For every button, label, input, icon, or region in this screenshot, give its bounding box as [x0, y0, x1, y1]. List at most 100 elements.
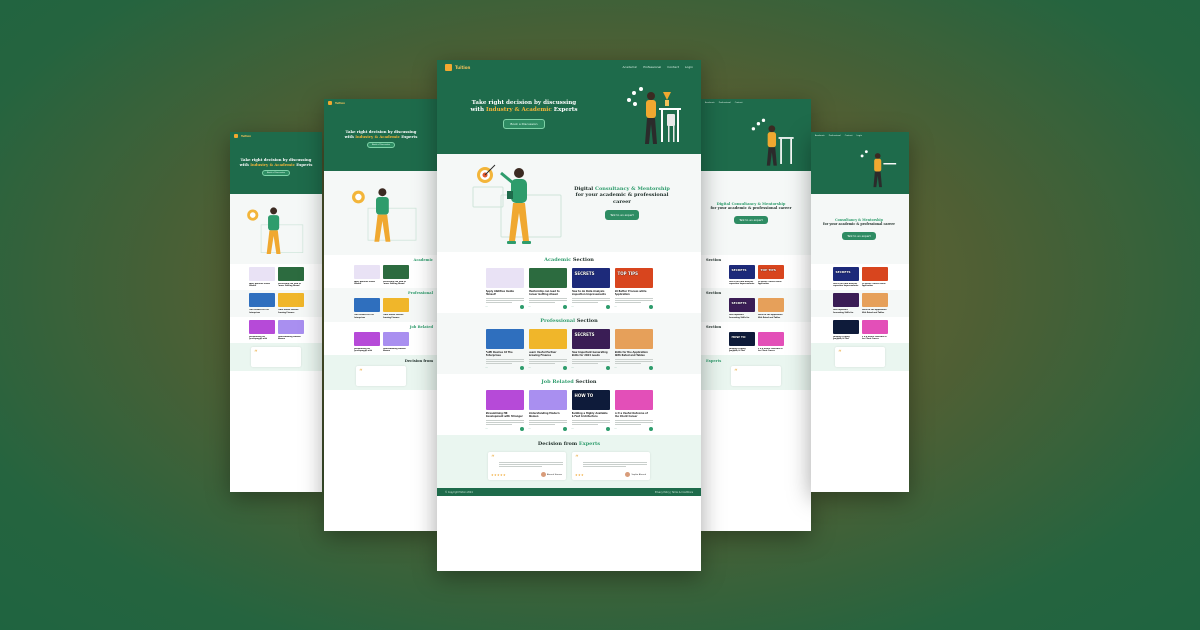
course-card[interactable]: Skills for the Application With Rated an… [861, 293, 888, 314]
course-card[interactable]: HOW TO Building a Highly Available & Fas… [571, 390, 610, 431]
decision-section: Experts “ [701, 355, 811, 391]
testimonial-author: Ahmed Hassan [546, 474, 562, 476]
footer-links[interactable]: Privacy Policy | Terms & Conditions [655, 491, 693, 494]
hero-cta-button[interactable]: Book a Discussion [366, 142, 396, 149]
course-card[interactable]: SECRETS How to do Data Analysis Inspectio… [728, 265, 755, 285]
brand-name: Tuition [335, 101, 345, 105]
intro-cta-button[interactable]: Talk to an expert [842, 231, 876, 240]
course-card[interactable]: Mentorship can lead to Career Getting Ah… [528, 268, 567, 309]
section-professional: Section SECRETS How Important Generating … [701, 288, 811, 322]
course-card[interactable]: Mentorship can lead to Career Getting Ah… [382, 265, 409, 285]
nav-link[interactable]: Contact [845, 135, 853, 137]
course-card[interactable]: SECRETS How Important Generating Skills f… [728, 298, 755, 319]
course-card[interactable]: Is it a Useful Outcome of the Client Car… [614, 390, 653, 431]
testimonial-card: “ ★★★ Sophia Ahmed [572, 452, 650, 480]
testimonial-card: “ [835, 347, 885, 368]
nav-link[interactable]: Professional [829, 135, 841, 137]
nav-link-contact[interactable]: Contact [667, 65, 679, 69]
course-card[interactable]: How Important Generating Skills for 2024… [832, 293, 859, 314]
nav-link[interactable]: Login [857, 135, 862, 137]
arrow-icon[interactable] [519, 427, 524, 431]
course-card[interactable]: Apply Abilities Inside Himself [248, 267, 275, 287]
nav-link-professional[interactable]: Professional [643, 65, 661, 69]
nav-link[interactable]: Contact [735, 102, 743, 104]
hero [701, 107, 811, 171]
nav-link[interactable]: Academic [815, 135, 825, 137]
nav-link[interactable]: Professional [719, 102, 731, 104]
course-card[interactable]: Mentorship can lead to Career Getting Ah… [277, 267, 304, 287]
course-card[interactable]: Fulfil Desires At The Enterprises ››› [485, 329, 524, 370]
nav-link-academic[interactable]: Academic [623, 65, 638, 69]
arrow-icon[interactable] [562, 427, 567, 431]
hero-title: Take right decision by discussing with I… [344, 128, 418, 139]
mockup-stage: Tuition Take right decision by discussin… [0, 0, 1200, 630]
hero-title: Take right decision by discussing with I… [470, 99, 578, 113]
arrow-icon[interactable] [605, 305, 610, 309]
course-card[interactable]: Apply Abilities Inside Himself ››› [485, 268, 524, 309]
course-card[interactable]: TOP TIPS 10 Better Process while Applicat… [757, 265, 784, 285]
course-card[interactable]: 10 Better Process while Application [861, 267, 888, 287]
course-card[interactable]: Skills for the Application With Rated an… [614, 329, 653, 370]
arrow-icon[interactable] [648, 427, 653, 431]
intro-cta-button[interactable]: Talk to an expert [605, 209, 639, 221]
course-card[interactable]: SECRETS How Important Generating Skills … [571, 329, 610, 370]
card-title: Streamlining HR Development with Stronge… [485, 412, 523, 418]
brand-name: Tuition [241, 134, 251, 138]
course-card[interactable]: Building a Highly Available & Fast Archi… [832, 319, 859, 340]
hero-cta-button[interactable]: Book a Discussion [503, 118, 545, 129]
course-card[interactable]: Understanding Modern Women [277, 319, 304, 340]
card-title: Apply Abilities Inside Himself [485, 290, 515, 296]
course-card[interactable]: Is it a Useful Outcome of the Client Car… [757, 331, 784, 352]
course-card[interactable]: Learn Useful Partner Growing Finance ››› [528, 329, 567, 370]
arrow-icon[interactable] [562, 366, 567, 370]
intro-section [230, 194, 322, 264]
course-card[interactable]: Streamlining HR Development with Stronge… [485, 390, 524, 431]
arrow-icon[interactable] [519, 305, 524, 309]
course-card[interactable]: Is it a Useful Outcome of the Client Car… [861, 319, 888, 340]
section-professional: Fulfil Desires At The Enterprises Learn … [230, 290, 322, 317]
course-card[interactable]: Learn Useful Partner Growing Finance [382, 298, 409, 319]
course-card[interactable]: Skills for the Application With Rated an… [757, 298, 784, 319]
course-card[interactable]: Fulfil Desires At The Enterprises [353, 298, 380, 319]
course-card[interactable]: TOP TIPS 10 Better Process while Applica… [614, 268, 653, 309]
hero-cta-button[interactable]: Book a Discussion [261, 170, 291, 177]
arrow-icon[interactable] [605, 366, 610, 370]
card-thumbnail [614, 329, 653, 349]
arrow-icon[interactable] [648, 366, 653, 370]
course-card[interactable]: Fulfil Desires At The Enterprises [248, 293, 275, 314]
nav-link-login[interactable]: Login [685, 65, 693, 69]
expert-illustration-icon [751, 118, 794, 166]
brand[interactable]: Tuition [234, 134, 251, 138]
intro-section: Digital Consultancy & Mentorship for you… [701, 171, 811, 255]
arrow-icon[interactable] [562, 305, 567, 309]
brand[interactable]: Tuition [445, 63, 470, 71]
section-job-related: Streamlining HR Development with Stronge… [230, 316, 322, 344]
course-card[interactable]: Apply Abilities Inside Himself [353, 265, 380, 285]
course-card[interactable]: Learn Useful Partner Growing Finance [277, 293, 304, 314]
footer: © Copyright Tuition 2024 Privacy Policy … [437, 488, 701, 496]
course-card[interactable]: HOW TO Building a Highly Available & Fast… [728, 331, 755, 352]
card-thumbnail [528, 390, 567, 410]
intro-section: Digital Consultancy & Mentorship for you… [437, 154, 701, 252]
quote-icon: “ [575, 454, 579, 462]
rating-stars: ★★★★★ [491, 473, 506, 477]
course-card[interactable]: Understanding Modern Women [382, 331, 409, 352]
card-title: Learn Useful Partner Growing Finance [528, 351, 557, 357]
navbar: Academic Professional Contact Login [811, 132, 909, 140]
course-card[interactable]: Streamlining HR Development with Stronge… [248, 319, 275, 340]
decision-section: “ [811, 343, 909, 372]
quote-icon: “ [838, 349, 842, 358]
course-card[interactable]: SECRETS How to do Data Analysis Inspectio… [832, 267, 859, 287]
arrow-icon[interactable] [519, 366, 524, 370]
course-card[interactable]: SECRETS How to do Data Analysis Inspecti… [571, 268, 610, 309]
intro-cta-button[interactable]: Talk to an expert [734, 215, 768, 225]
section-academic: Academic Apply Abilities Inside Himself … [324, 255, 438, 289]
nav-link[interactable]: Academic [705, 102, 715, 104]
brand[interactable]: Tuition [328, 101, 345, 105]
arrow-icon[interactable] [605, 427, 610, 431]
card-thumbnail [485, 268, 524, 288]
course-card[interactable]: Understanding Modern Women ››› [528, 390, 567, 431]
course-card[interactable]: Streamlining HR Development with Stronge… [353, 331, 380, 352]
arrow-icon[interactable] [648, 305, 653, 309]
rating-stars: ★★★ [575, 473, 584, 477]
